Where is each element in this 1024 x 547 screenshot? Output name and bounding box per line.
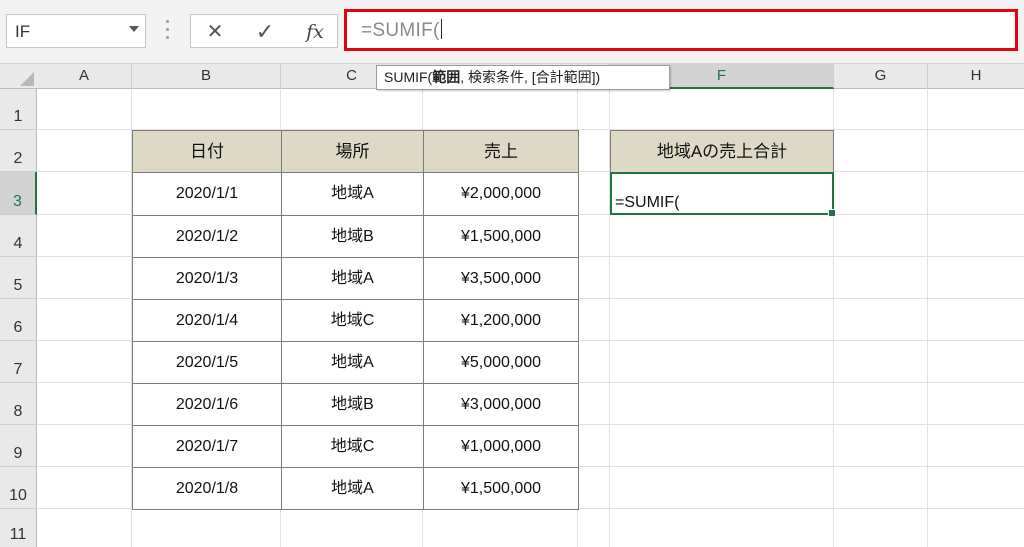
tooltip-current-argument[interactable]: 範囲 — [432, 69, 460, 85]
formula-buttons: ✕ ✓ fx — [190, 14, 338, 48]
grip-dots-icon[interactable] — [166, 20, 170, 42]
table-cell-place[interactable]: 地域A — [281, 257, 424, 300]
row-header-6[interactable]: 6 — [0, 299, 37, 341]
tooltip-function-name: SUMIF( — [384, 69, 433, 85]
row-header-7[interactable]: 7 — [0, 341, 37, 383]
row-header-8[interactable]: 8 — [0, 383, 37, 425]
table-cell-place[interactable]: 地域C — [281, 299, 424, 342]
table-cell-sales[interactable]: ¥1,200,000 — [423, 299, 579, 342]
text-caret — [440, 19, 442, 39]
select-all-button[interactable] — [0, 63, 37, 89]
row-header-1[interactable]: 1 — [0, 89, 37, 130]
formula-input[interactable]: =SUMIF( — [344, 9, 1018, 51]
table-cell-date[interactable]: 2020/1/8 — [132, 467, 282, 510]
table-cell-place[interactable]: 地域B — [281, 215, 424, 258]
tooltip-remaining-arguments: , 検索条件, [合計範囲]) — [460, 69, 601, 85]
table-cell-date[interactable]: 2020/1/6 — [132, 383, 282, 426]
enter-icon[interactable]: ✓ — [245, 17, 285, 47]
column-header-a[interactable]: A — [37, 63, 132, 89]
column-header-h[interactable]: H — [928, 63, 1024, 89]
active-cell-formula: =SUMIF( — [615, 194, 680, 211]
name-box[interactable]: IF — [6, 14, 146, 48]
column-header-g[interactable]: G — [834, 63, 928, 89]
select-all-triangle-icon — [20, 72, 34, 86]
table-cell-date[interactable]: 2020/1/7 — [132, 425, 282, 468]
row-header-2[interactable]: 2 — [0, 130, 37, 172]
fill-handle[interactable] — [828, 209, 836, 217]
table-cell-date[interactable]: 2020/1/1 — [132, 172, 282, 216]
table-cell-sales[interactable]: ¥1,500,000 — [423, 215, 579, 258]
summary-header[interactable]: 地域Aの売上合計 — [610, 130, 834, 173]
table-cell-date[interactable]: 2020/1/2 — [132, 215, 282, 258]
table-cell-date[interactable]: 2020/1/5 — [132, 341, 282, 384]
table-cell-sales[interactable]: ¥1,000,000 — [423, 425, 579, 468]
row-header-5[interactable]: 5 — [0, 257, 37, 299]
table-header-date[interactable]: 日付 — [132, 130, 282, 173]
row-header-9[interactable]: 9 — [0, 425, 37, 467]
cancel-icon[interactable]: ✕ — [195, 17, 235, 47]
table-cell-place[interactable]: 地域A — [281, 467, 424, 510]
row-header-11[interactable]: 11 — [0, 509, 37, 547]
column-header-b[interactable]: B — [132, 63, 281, 89]
function-tooltip: SUMIF(範囲, 検索条件, [合計範囲]) — [376, 65, 670, 90]
row-header-10[interactable]: 10 — [0, 467, 37, 509]
row-header-3[interactable]: 3 — [0, 172, 37, 215]
table-header-sales[interactable]: 売上 — [423, 130, 579, 173]
table-header-place[interactable]: 場所 — [281, 130, 424, 173]
name-box-value: IF — [15, 22, 31, 41]
chevron-down-icon[interactable] — [129, 26, 139, 32]
active-cell-f3[interactable]: =SUMIF( — [610, 172, 836, 217]
table-cell-date[interactable]: 2020/1/4 — [132, 299, 282, 342]
table-cell-sales[interactable]: ¥2,000,000 — [423, 172, 579, 216]
table-cell-sales[interactable]: ¥5,000,000 — [423, 341, 579, 384]
row-header-4[interactable]: 4 — [0, 215, 37, 257]
insert-function-icon[interactable]: fx — [295, 17, 335, 47]
table-cell-sales[interactable]: ¥1,500,000 — [423, 467, 579, 510]
formula-bar-area: IF ✕ ✓ fx =SUMIF( — [0, 0, 1024, 63]
table-cell-place[interactable]: 地域A — [281, 341, 424, 384]
formula-text: =SUMIF( — [361, 19, 442, 41]
table-cell-place[interactable]: 地域C — [281, 425, 424, 468]
table-cell-place[interactable]: 地域A — [281, 172, 424, 216]
table-cell-sales[interactable]: ¥3,000,000 — [423, 383, 579, 426]
table-cell-sales[interactable]: ¥3,500,000 — [423, 257, 579, 300]
table-cell-place[interactable]: 地域B — [281, 383, 424, 426]
table-cell-date[interactable]: 2020/1/3 — [132, 257, 282, 300]
